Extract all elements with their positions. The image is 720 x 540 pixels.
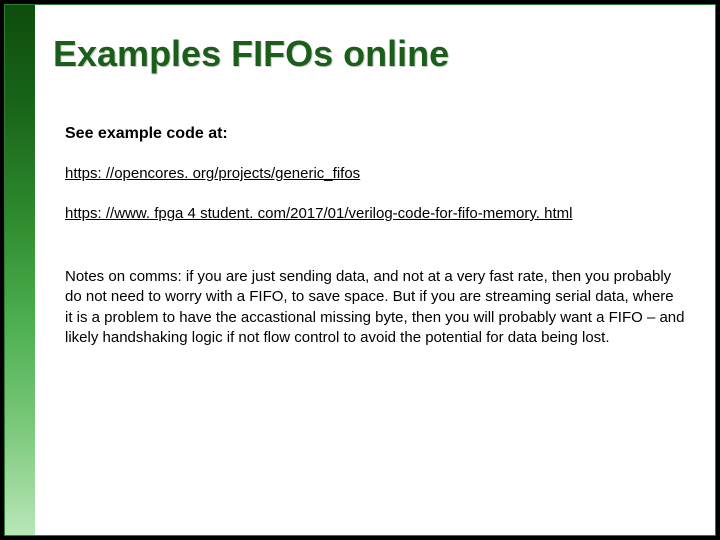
slide-title: Examples FIFOs online [53,33,449,75]
decorative-gradient-strip [5,5,35,535]
slide-subtitle: See example code at: [65,125,228,143]
link-opencores[interactable]: https: //opencores. org/projects/generic… [65,165,360,182]
slide-notes: Notes on comms: if you are just sending … [65,267,685,348]
slide-content: Examples FIFOs online See example code a… [35,5,715,535]
link-fpga4student[interactable]: https: //www. fpga 4 student. com/2017/0… [65,205,572,222]
